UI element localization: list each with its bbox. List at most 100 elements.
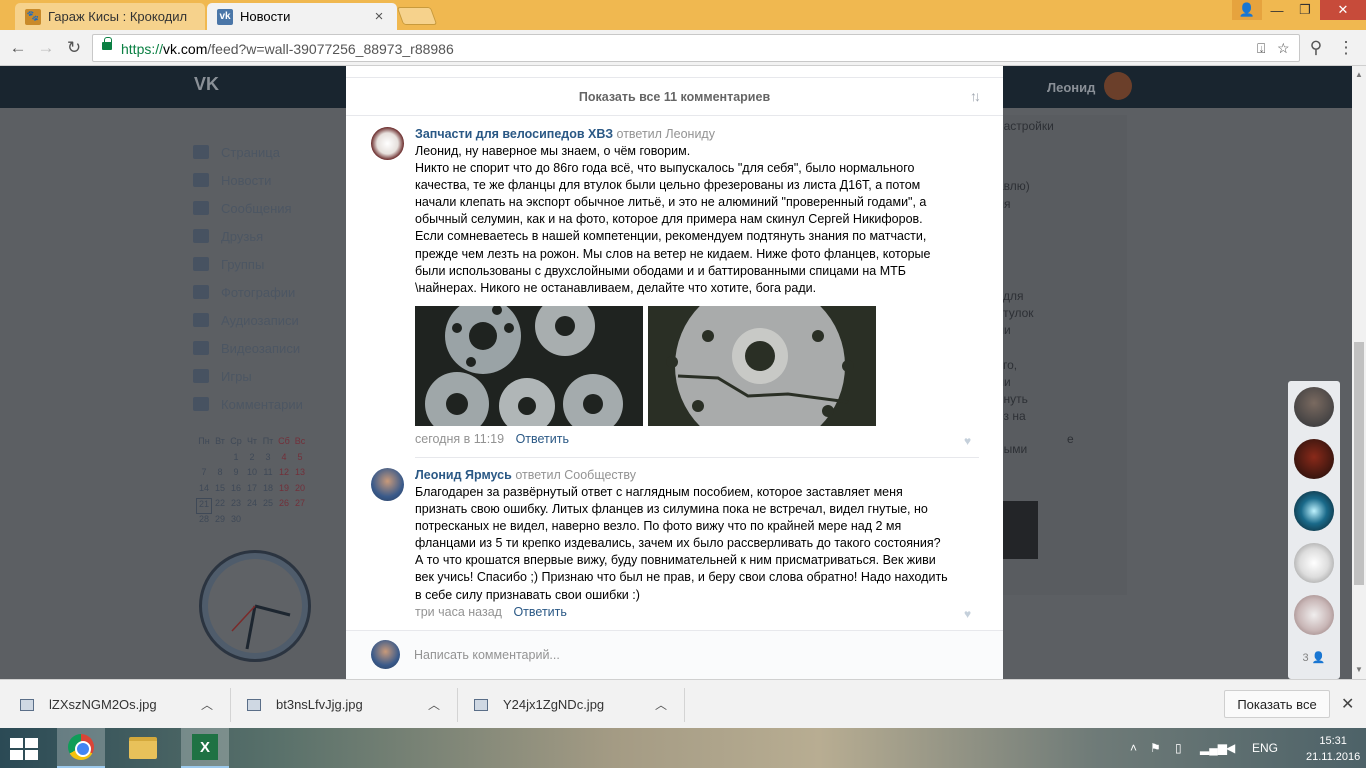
comment-author[interactable]: Запчасти для велосипедов ХВЗ <box>415 127 613 141</box>
close-icon[interactable]: ✕ <box>1341 694 1354 714</box>
forward-arrow-icon[interactable]: → <box>36 38 56 58</box>
chevron-up-icon[interactable]: ˄ <box>1130 741 1137 755</box>
flag-icon[interactable]: ⚑ <box>1150 741 1161 755</box>
avatar[interactable] <box>1104 72 1132 100</box>
scrollbar-thumb[interactable] <box>1354 342 1364 585</box>
comment-photo-flanges[interactable] <box>415 306 643 426</box>
language-indicator[interactable]: ENG <box>1252 741 1278 755</box>
avatar[interactable] <box>371 468 404 501</box>
comment-date[interactable]: сегодня в 11:19 <box>415 432 504 446</box>
calendar-day[interactable]: 29 <box>212 514 228 530</box>
taskbar-excel[interactable]: X <box>181 728 229 768</box>
restore-button[interactable]: ❐ <box>1290 0 1320 20</box>
pin-icon[interactable]: ⍗ <box>1257 40 1265 57</box>
calendar-day[interactable]: 9 <box>228 467 244 483</box>
menu-item-groups[interactable]: Группы <box>193 250 303 278</box>
download-item[interactable]: bt3nsLfvJjg.jpg ︿ <box>247 680 447 729</box>
reply-button[interactable]: Ответить <box>513 605 566 619</box>
chat-avatar[interactable] <box>1294 491 1334 531</box>
calendar-day[interactable] <box>212 452 228 468</box>
menu-item-photos[interactable]: Фотографии <box>193 278 303 306</box>
comment-date[interactable]: три часа назад <box>415 605 502 619</box>
sort-icon[interactable]: ↑↓ <box>970 88 981 104</box>
calendar-day[interactable]: 8 <box>212 467 228 483</box>
comment-photo-cracked-flange[interactable] <box>648 306 876 426</box>
calendar-day[interactable]: 1 <box>228 452 244 468</box>
calendar-day[interactable]: 22 <box>212 498 228 514</box>
bookmark-star-icon[interactable]: ☆ <box>1277 40 1290 57</box>
tab-news[interactable]: vk Новости × <box>207 3 397 30</box>
new-comment-box[interactable]: Написать комментарий... <box>346 630 1003 679</box>
menu-item-audio[interactable]: Аудиозаписи <box>193 306 303 334</box>
comment-input[interactable]: Написать комментарий... <box>414 648 560 662</box>
heart-icon[interactable]: ♥ <box>964 607 976 621</box>
chat-avatar[interactable] <box>1294 439 1334 479</box>
chevron-up-icon[interactable]: ︿ <box>428 696 440 713</box>
calendar-day[interactable]: 26 <box>276 498 292 514</box>
menu-item-video[interactable]: Видеозаписи <box>193 334 303 362</box>
calendar-day[interactable]: 30 <box>228 514 244 530</box>
calendar-day[interactable]: 4 <box>276 452 292 468</box>
reply-button[interactable]: Ответить <box>516 432 569 446</box>
calendar-day[interactable]: 19 <box>276 483 292 499</box>
scroll-up-icon[interactable]: ▲ <box>1354 70 1364 80</box>
reply-to-text[interactable]: ответил Сообществу <box>515 468 636 482</box>
download-item[interactable]: lZXszNGM2Os.jpg ︿ <box>20 680 220 729</box>
volume-icon[interactable]: ◀ <box>1226 741 1235 755</box>
calendar-day[interactable]: 25 <box>260 498 276 514</box>
menu-item-games[interactable]: Игры <box>193 362 303 390</box>
network-icon[interactable]: ▂▄▆ <box>1200 741 1227 755</box>
vk-user-name[interactable]: Леонид <box>1047 80 1095 95</box>
close-tab-icon[interactable]: × <box>371 8 387 25</box>
reload-icon[interactable]: ↻ <box>64 38 84 58</box>
calendar-day[interactable]: 17 <box>244 483 260 499</box>
menu-item-messages[interactable]: Сообщения <box>193 194 303 222</box>
menu-item-page[interactable]: Страница <box>193 138 303 166</box>
online-friends-count[interactable]: 3 👤 <box>1288 651 1340 664</box>
show-all-downloads-button[interactable]: Показать все <box>1224 690 1330 718</box>
page-scrollbar[interactable]: ▲ ▼ <box>1352 66 1366 679</box>
chevron-up-icon[interactable]: ︿ <box>201 696 213 713</box>
reply-to-text[interactable]: ответил Леониду <box>617 127 715 141</box>
taskbar-explorer[interactable] <box>119 728 167 768</box>
chat-avatar[interactable] <box>1294 387 1334 427</box>
heart-icon[interactable]: ♥ <box>964 434 976 448</box>
calendar-day[interactable]: 28 <box>196 514 212 530</box>
chat-avatar[interactable] <box>1294 543 1334 583</box>
calendar-day[interactable]: 24 <box>244 498 260 514</box>
close-window-button[interactable]: ✕ <box>1320 0 1366 20</box>
chat-avatar[interactable] <box>1294 595 1334 635</box>
battery-icon[interactable]: ▯ <box>1175 741 1182 755</box>
calendar-day[interactable]: 5 <box>292 452 308 468</box>
back-arrow-icon[interactable]: ← <box>8 38 28 58</box>
tab-garage[interactable]: 🐾 Гараж Кисы : Крокодил <box>15 3 205 30</box>
calendar-day[interactable]: 23 <box>228 498 244 514</box>
calendar-day[interactable] <box>196 452 212 468</box>
calendar-day[interactable]: 21 <box>196 498 212 514</box>
new-tab-button[interactable] <box>396 7 438 25</box>
calendar-day[interactable]: 14 <box>196 483 212 499</box>
calendar-day[interactable]: 16 <box>228 483 244 499</box>
calendar-day[interactable]: 10 <box>244 467 260 483</box>
calendar-day[interactable]: 15 <box>212 483 228 499</box>
calendar-day[interactable] <box>276 514 292 530</box>
extension-icon[interactable]: ⚲ <box>1306 38 1326 58</box>
show-all-comments-button[interactable]: Показать все 11 комментариев ↑↓ <box>346 77 1003 116</box>
chevron-up-icon[interactable]: ︿ <box>655 696 667 713</box>
taskbar-clock[interactable]: 15:31 21.11.2016 <box>1306 733 1360 765</box>
windows-start-button[interactable] <box>10 738 38 760</box>
calendar-day[interactable]: 3 <box>260 452 276 468</box>
vk-logo[interactable]: VK <box>194 74 219 95</box>
address-bar[interactable]: https://vk.com/feed?w=wall-39077256_8897… <box>92 34 1300 62</box>
calendar-day[interactable]: 27 <box>292 498 308 514</box>
menu-item-friends[interactable]: Друзья <box>193 222 303 250</box>
menu-item-comments[interactable]: Комментарии <box>193 390 303 418</box>
calendar-day[interactable] <box>260 514 276 530</box>
calendar-day[interactable]: 2 <box>244 452 260 468</box>
taskbar-chrome[interactable] <box>57 728 105 768</box>
calendar-day[interactable] <box>292 514 308 530</box>
avatar[interactable] <box>371 127 404 160</box>
calendar-day[interactable] <box>244 514 260 530</box>
download-item[interactable]: Y24jx1ZgNDc.jpg ︿ <box>474 680 674 729</box>
profile-icon[interactable]: 👤 <box>1232 0 1262 20</box>
